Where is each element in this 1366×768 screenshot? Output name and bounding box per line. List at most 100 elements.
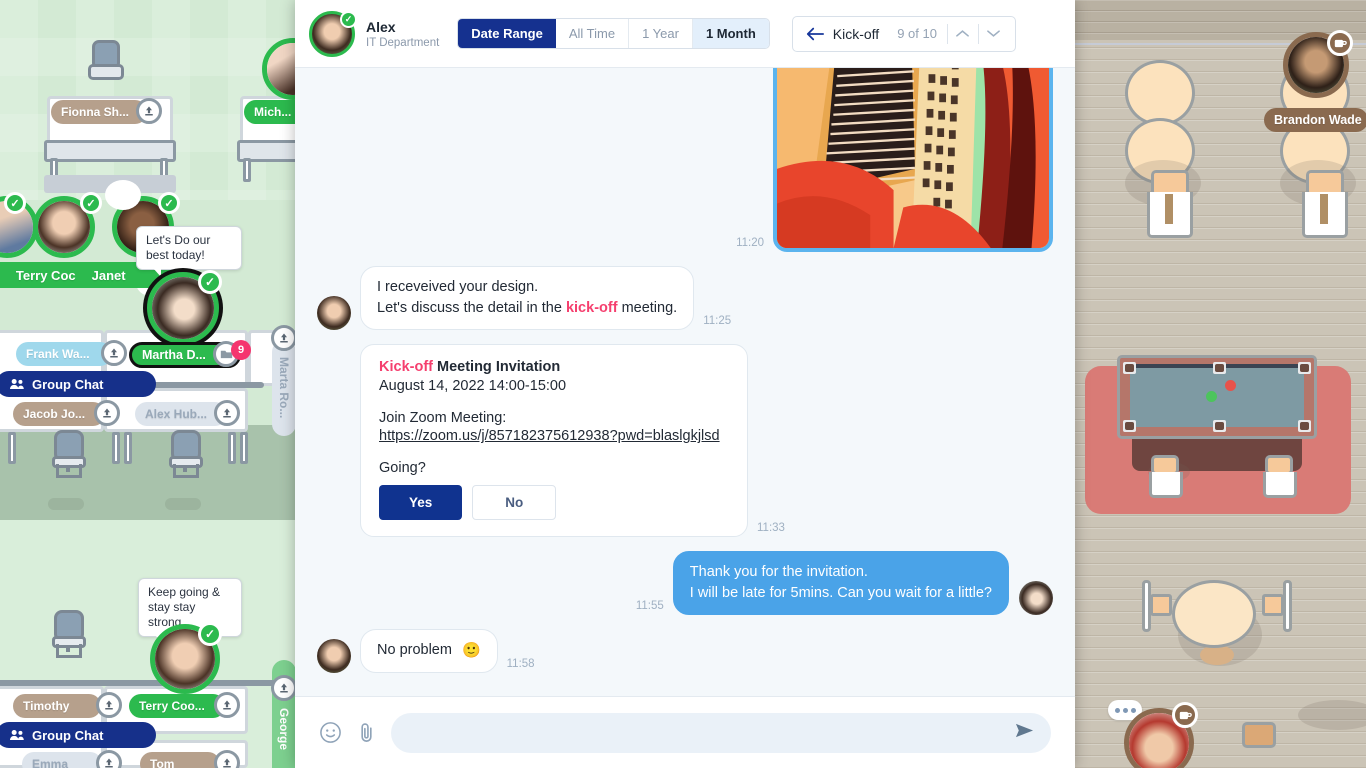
unread-badge: 9 bbox=[231, 340, 251, 360]
emoji-smiley: 🙂 bbox=[461, 642, 481, 660]
date-range-filter: Date Range All Time 1 Year 1 Month bbox=[457, 18, 770, 49]
upload-icon[interactable] bbox=[271, 325, 297, 351]
filter-1-month[interactable]: 1 Month bbox=[692, 19, 769, 48]
nametag-timothy[interactable]: Timothy bbox=[13, 694, 101, 718]
chevron-down-icon[interactable] bbox=[979, 26, 1009, 41]
group-chat-button-top[interactable]: Group Chat bbox=[0, 371, 156, 397]
upload-icon[interactable] bbox=[136, 98, 162, 124]
upload-icon[interactable] bbox=[94, 400, 120, 426]
stool bbox=[1240, 722, 1286, 768]
message-no-problem: No problem 🙂 11:58 bbox=[317, 629, 1053, 673]
speech-bubble-janet: Let's Do our best today! bbox=[136, 226, 242, 277]
carpet-zone-mid bbox=[0, 425, 296, 520]
zoom-meeting-link[interactable]: https://zoom.us/j/857182375612938?pwd=bl… bbox=[379, 428, 729, 444]
paperclip-icon[interactable] bbox=[356, 721, 377, 744]
speech-bubble-text: Let's Do our best today! bbox=[146, 233, 211, 262]
search-navigation: Kick-off 9 of 10 bbox=[791, 15, 1016, 52]
upload-icon[interactable] bbox=[214, 692, 240, 718]
filter-date-range[interactable]: Date Range bbox=[458, 19, 556, 48]
chevron-up-icon[interactable] bbox=[948, 26, 978, 41]
chair-shadow bbox=[48, 498, 84, 510]
upload-icon[interactable] bbox=[101, 340, 127, 366]
nametag-label: Timothy bbox=[23, 699, 70, 713]
chat-message-list[interactable]: 11:20 I receveived your design. Let's di… bbox=[295, 68, 1075, 696]
nametag-label: Jacob Jo... bbox=[23, 407, 86, 421]
pool-ball-green bbox=[1206, 391, 1217, 402]
round-table bbox=[1172, 580, 1256, 648]
search-result-count: 9 of 10 bbox=[897, 26, 937, 41]
nametag-label: Marta Ro... bbox=[277, 357, 291, 419]
pool-table[interactable] bbox=[1117, 355, 1317, 439]
nametag-fionna[interactable]: Fionna Sh... bbox=[51, 100, 147, 124]
status-online-icon: ✓ bbox=[198, 622, 222, 646]
avatar[interactable] bbox=[317, 296, 351, 331]
status-online-icon: ✓ bbox=[340, 10, 357, 28]
group-chat-button-bottom[interactable]: Group Chat bbox=[0, 722, 156, 748]
nametag-frank[interactable]: Frank Wa... bbox=[16, 342, 112, 366]
rsvp-no-button[interactable]: No bbox=[472, 485, 557, 521]
desk-leg bbox=[112, 432, 120, 464]
message-line: Let's discuss the detail in the kick-off… bbox=[377, 300, 678, 317]
message-line: I will be late for 5mins. Can you wait f… bbox=[689, 585, 992, 602]
message-time: 11:33 bbox=[757, 522, 785, 535]
avatar[interactable]: ✓ bbox=[309, 10, 357, 57]
filter-1-year[interactable]: 1 Year bbox=[629, 19, 693, 48]
status-online-icon: ✓ bbox=[198, 270, 222, 294]
status-online-icon: ✓ bbox=[158, 192, 180, 214]
arrow-left-icon[interactable] bbox=[799, 27, 833, 41]
desk-leg bbox=[8, 432, 16, 464]
desk-leg bbox=[228, 432, 236, 464]
people-icon bbox=[10, 730, 24, 740]
invitation-title: Kick-off Meeting Invitation bbox=[379, 359, 561, 376]
nametag-jacob[interactable]: Jacob Jo... bbox=[13, 402, 105, 426]
decorative-blob bbox=[105, 180, 141, 210]
nametag-tom[interactable]: Tom bbox=[140, 752, 220, 768]
nametag-label: Frank Wa... bbox=[26, 347, 90, 361]
nametag-label-terry: Terry Coc bbox=[15, 267, 76, 283]
nametag-label: Alex Hub... bbox=[145, 407, 208, 421]
chair-shadow bbox=[165, 498, 201, 510]
message-time: 11:55 bbox=[635, 600, 664, 613]
upload-icon[interactable] bbox=[96, 692, 122, 718]
message-image-attachment[interactable] bbox=[773, 68, 1053, 252]
status-coffee-icon bbox=[1172, 702, 1198, 728]
message-input[interactable] bbox=[391, 712, 1051, 753]
keyword-highlight: kick-off bbox=[565, 300, 618, 317]
chat-user-info: Alex IT Department bbox=[366, 19, 439, 49]
nametag-george[interactable]: George bbox=[272, 690, 296, 768]
office-chair bbox=[50, 430, 88, 484]
upload-icon[interactable] bbox=[214, 400, 240, 426]
nametag-label: Mich... bbox=[254, 105, 292, 119]
avatar[interactable] bbox=[317, 638, 351, 673]
side-chair bbox=[1262, 580, 1292, 632]
nametag-label: Fionna Sh... bbox=[61, 105, 129, 119]
invitation-date: August 14, 2022 14:00-15:00 bbox=[379, 378, 567, 395]
upload-icon[interactable] bbox=[271, 675, 297, 701]
message-design: I receveived your design. Let's discuss … bbox=[317, 266, 1053, 331]
send-icon[interactable] bbox=[1014, 721, 1035, 745]
nametag-label-janet: Janet bbox=[91, 267, 126, 283]
stool bbox=[1298, 170, 1352, 242]
nametag-brandon[interactable]: Brandon Wade bbox=[1264, 108, 1366, 132]
desk-leg bbox=[124, 432, 132, 464]
office-chair bbox=[167, 430, 205, 484]
stool bbox=[1262, 455, 1302, 499]
message-line: No problem bbox=[377, 642, 452, 659]
side-chair bbox=[1142, 580, 1172, 632]
nametag-label: Terry Coo... bbox=[139, 699, 205, 713]
chat-user-name: Alex bbox=[366, 18, 396, 35]
nametag-marta-ro[interactable]: Marta Ro... bbox=[272, 340, 296, 436]
nametag-emma[interactable]: Emma bbox=[22, 752, 102, 768]
avatar[interactable] bbox=[1019, 581, 1053, 616]
group-chat-label: Group Chat bbox=[32, 727, 104, 743]
virtual-office-app: Fionna Sh... Mich... ✓ ✓ ✓ ng bbox=[0, 0, 1366, 768]
nametag-label: Emma bbox=[32, 757, 69, 768]
group-chat-label: Group Chat bbox=[32, 376, 104, 392]
message-bubble: No problem 🙂 bbox=[360, 629, 498, 673]
emoji-icon[interactable] bbox=[319, 721, 342, 744]
nametag-label: Martha D... bbox=[142, 348, 206, 362]
message-bubble: Thank you for the invitation. I will be … bbox=[672, 551, 1009, 616]
rsvp-yes-button[interactable]: Yes bbox=[379, 485, 463, 521]
filter-all-time[interactable]: All Time bbox=[556, 19, 630, 48]
nametag-terry-coo[interactable]: Terry Coo... bbox=[129, 694, 225, 718]
